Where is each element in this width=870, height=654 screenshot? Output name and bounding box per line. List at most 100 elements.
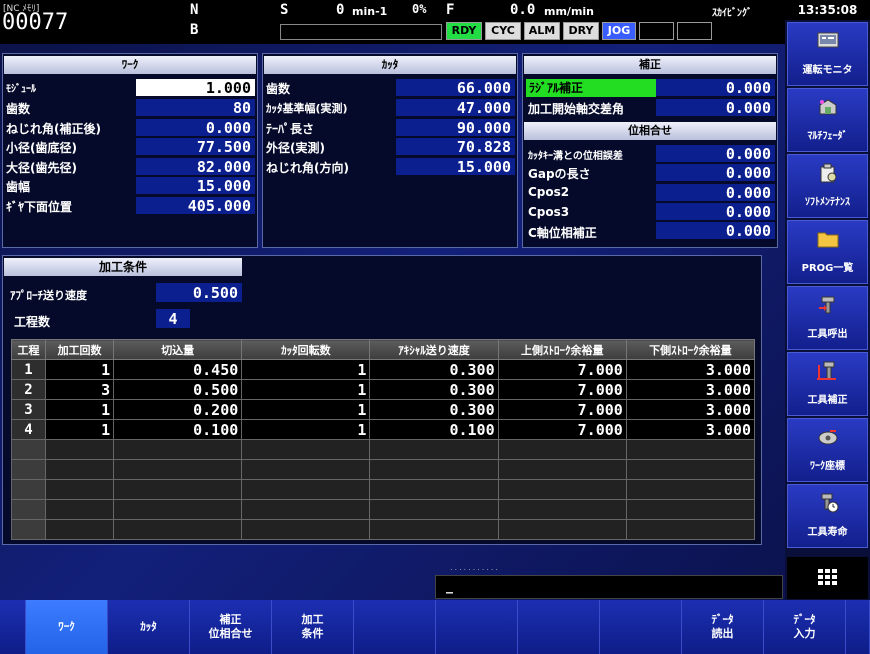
- approach-label: ｱﾌﾟﾛｰﾁ送り速度: [10, 289, 87, 302]
- approach-value[interactable]: 0.500: [156, 283, 242, 303]
- fkey-blank-5[interactable]: [354, 600, 436, 654]
- correction-label-radial: ﾗｼﾞｱﾙ補正: [526, 79, 656, 97]
- table-cell: [241, 519, 371, 540]
- table-cell[interactable]: 3.000: [625, 399, 756, 420]
- grid-icon: [818, 569, 837, 585]
- work-value-face-width[interactable]: 15.000: [136, 177, 255, 195]
- table-cell[interactable]: 0.300: [369, 359, 499, 380]
- table-cell[interactable]: 1: [241, 359, 371, 380]
- phase-value-cpos2[interactable]: 0.000: [656, 184, 775, 202]
- table-cell[interactable]: 1: [45, 359, 115, 380]
- work-value-module[interactable]: 1.000: [136, 79, 255, 97]
- table-cell[interactable]: 7.000: [497, 379, 627, 400]
- cutter-value-base-width[interactable]: 47.000: [396, 99, 515, 117]
- work-value-tip-dia[interactable]: 82.000: [136, 158, 255, 176]
- command-input[interactable]: _: [435, 575, 783, 599]
- work-value-helix[interactable]: 0.000: [136, 119, 255, 137]
- table-cell[interactable]: 1: [241, 419, 371, 440]
- side-button-label: 工具呼出: [807, 329, 848, 340]
- table-cell[interactable]: 1: [45, 399, 115, 420]
- fkey-data-read[interactable]: ﾃﾞｰﾀ 読出: [682, 600, 764, 654]
- side-button-tool-correction[interactable]: 工具補正: [787, 352, 868, 416]
- side-button-label: 工具寿命: [807, 527, 848, 538]
- fkey-cutter[interactable]: ｶｯﾀ: [108, 600, 190, 654]
- work-value-gear-bottom[interactable]: 405.000: [136, 197, 255, 215]
- status-jog: JOG: [602, 22, 636, 40]
- s-label: S: [280, 2, 289, 18]
- phase-value-c-axis[interactable]: 0.000: [656, 222, 775, 240]
- side-menu: 13:35:08 運転モニタ ﾏﾙﾁﾌｪｰﾀﾞ ｿﾌﾄﾒﾝﾃﾅﾝｽ PROG一覧…: [785, 0, 870, 654]
- fkey-data-input[interactable]: ﾃﾞｰﾀ 入力: [764, 600, 846, 654]
- table-cell: [497, 479, 627, 500]
- table-cell[interactable]: 1: [241, 379, 371, 400]
- correction-title: 補正: [524, 56, 776, 74]
- fkey-correction-phase[interactable]: 補正 位相合せ: [190, 600, 272, 654]
- side-button-label: ｿﾌﾄﾒﾝﾃﾅﾝｽ: [805, 197, 850, 208]
- side-button-prog-list[interactable]: PROG一覧: [787, 220, 868, 284]
- cutter-value-helix[interactable]: 15.000: [396, 158, 515, 176]
- table-cell[interactable]: 3.000: [625, 379, 756, 400]
- work-value-teeth[interactable]: 80: [136, 99, 255, 117]
- f-label: F: [446, 2, 455, 18]
- side-button-work-coordinate[interactable]: ﾜｰｸ座標: [787, 418, 868, 482]
- phase-value-gap[interactable]: 0.000: [656, 164, 775, 182]
- table-cell: [45, 499, 115, 520]
- table-row-empty: [10, 499, 756, 520]
- s-unit: min-1: [352, 5, 388, 18]
- fkey-work[interactable]: ﾜｰｸ: [26, 600, 108, 654]
- table-cell[interactable]: 0.100: [113, 419, 243, 440]
- table-cell: [625, 459, 756, 480]
- phase-value-key-error[interactable]: 0.000: [656, 145, 775, 163]
- table-cell[interactable]: 3.000: [625, 359, 756, 380]
- table-cell[interactable]: 7.000: [497, 419, 627, 440]
- table-cell: [45, 479, 115, 500]
- correction-value-radial[interactable]: 0.000: [656, 79, 775, 97]
- grid-menu-button[interactable]: [787, 557, 868, 599]
- status-blank-2: [677, 22, 712, 40]
- table-cell[interactable]: 0.200: [113, 399, 243, 420]
- table-cell[interactable]: 3.000: [625, 419, 756, 440]
- status-dry: DRY: [563, 22, 599, 40]
- side-button-multi-feeder[interactable]: ﾏﾙﾁﾌｪｰﾀﾞ: [787, 88, 868, 152]
- table-cell: [10, 439, 47, 460]
- phase-value-cpos3[interactable]: 0.000: [656, 203, 775, 221]
- program-number: 00077: [2, 10, 69, 35]
- table-cell[interactable]: 1: [241, 399, 371, 420]
- table-cell[interactable]: 1: [45, 419, 115, 440]
- phase-label-cpos2: Cpos2: [528, 185, 570, 199]
- status-cyc: CYC: [485, 22, 521, 40]
- cutter-title: ｶｯﾀ: [264, 56, 516, 74]
- command-cursor: _: [446, 578, 453, 594]
- status-blank-1: [639, 22, 674, 40]
- cutter-value-teeth[interactable]: 66.000: [396, 79, 515, 97]
- table-cell[interactable]: 0.500: [113, 379, 243, 400]
- side-button-soft-maintenance[interactable]: ｿﾌﾄﾒﾝﾃﾅﾝｽ: [787, 154, 868, 218]
- work-label-module: ﾓｼﾞｭｰﾙ: [6, 84, 36, 95]
- work-value-root-dia[interactable]: 77.500: [136, 138, 255, 156]
- table-cell[interactable]: 0.300: [369, 399, 499, 420]
- side-button-tool-call[interactable]: 工具呼出: [787, 286, 868, 350]
- table-cell: 1: [10, 359, 47, 380]
- cutter-value-taper[interactable]: 90.000: [396, 119, 515, 137]
- table-cell[interactable]: 0.100: [369, 419, 499, 440]
- side-button-tool-life[interactable]: 工具寿命: [787, 484, 868, 548]
- tool-call-icon: [819, 296, 835, 314]
- side-button-operation-monitor[interactable]: 運転モニタ: [787, 22, 868, 86]
- correction-value-cross-angle[interactable]: 0.000: [656, 99, 775, 117]
- table-cell[interactable]: 0.300: [369, 379, 499, 400]
- steps-value[interactable]: 4: [156, 309, 190, 329]
- fkey-blank-6[interactable]: [436, 600, 518, 654]
- progress-box: [280, 24, 442, 40]
- table-row-empty: [10, 459, 756, 480]
- fkey-blank-7[interactable]: [518, 600, 600, 654]
- table-cell[interactable]: 7.000: [497, 399, 627, 420]
- fkey-machining-conditions[interactable]: 加工 条件: [272, 600, 354, 654]
- table-cell[interactable]: 3: [45, 379, 115, 400]
- override-percent: 0%: [412, 2, 427, 16]
- table-cell[interactable]: 0.450: [113, 359, 243, 380]
- table-cell: [113, 459, 243, 480]
- cutter-value-od[interactable]: 70.828: [396, 138, 515, 156]
- fkey-blank-8[interactable]: [600, 600, 682, 654]
- table-cell: [45, 439, 115, 460]
- table-cell[interactable]: 7.000: [497, 359, 627, 380]
